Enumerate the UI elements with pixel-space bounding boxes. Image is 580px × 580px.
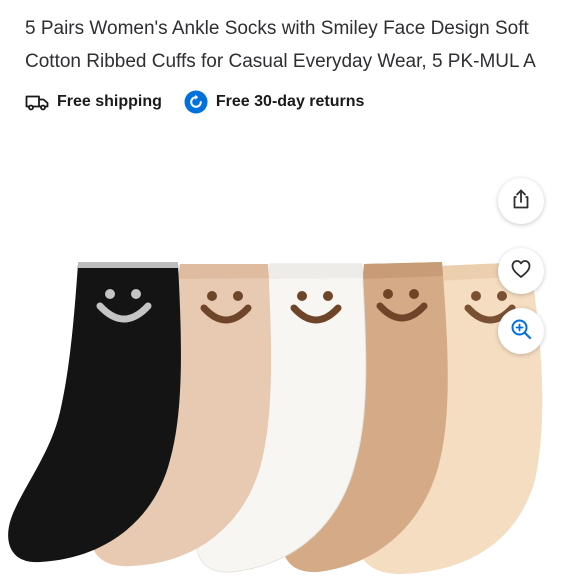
socks-photo bbox=[8, 262, 543, 574]
shipping-badges: Free shipping Free 30-day returns bbox=[25, 89, 364, 115]
favorite-button[interactable] bbox=[498, 248, 544, 294]
share-icon bbox=[510, 188, 532, 215]
product-image[interactable] bbox=[0, 160, 580, 580]
truck-icon bbox=[25, 93, 49, 111]
share-button[interactable] bbox=[498, 178, 544, 224]
free-returns-label: Free 30-day returns bbox=[215, 93, 365, 110]
zoom-in-icon bbox=[510, 318, 532, 345]
free-shipping-badge: Free shipping bbox=[25, 93, 162, 111]
product-title: 5 Pairs Women's Ankle Socks with Smiley … bbox=[25, 18, 536, 72]
free-shipping-label: Free shipping bbox=[57, 93, 162, 110]
returns-icon bbox=[184, 90, 208, 114]
zoom-button[interactable] bbox=[498, 308, 544, 354]
heart-icon bbox=[510, 258, 532, 285]
free-returns-badge: Free 30-day returns bbox=[184, 90, 365, 114]
